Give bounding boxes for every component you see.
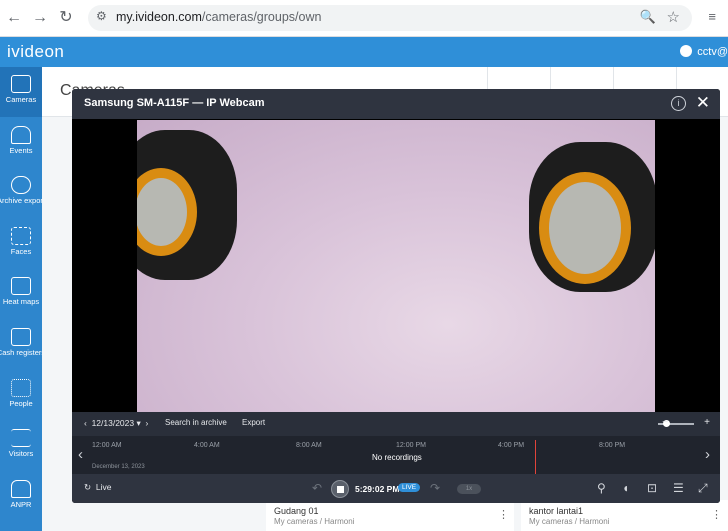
brand-logo[interactable]: ivideon	[7, 42, 64, 62]
timeline-tick: 12:00 PM	[396, 442, 426, 449]
reload-icon[interactable]: ↻	[56, 8, 76, 28]
sidebar-item-events[interactable]: Events	[0, 118, 42, 168]
sidebar-item-heat-maps[interactable]: Heat maps	[0, 269, 42, 319]
zoom-controls[interactable]: − +	[662, 417, 710, 428]
more-vert-icon[interactable]: ⋮	[711, 508, 722, 521]
fullscreen-icon[interactable]: ⤢	[698, 481, 708, 496]
close-icon[interactable]: ✕	[696, 93, 710, 113]
camera-card-title: Gudang 01	[274, 506, 319, 516]
extensions-icon[interactable]: ≡	[708, 9, 716, 24]
address-bar[interactable]: ⚙ my.ivideon.com/cameras/groups/own 🔍 ☆	[88, 5, 692, 31]
timeline-date: December 13, 2023	[92, 464, 145, 470]
archive-toolbar: ‹ 12/13/2023 ▾ › Search in archive Expor…	[72, 412, 720, 436]
zoom-icon[interactable]: 🔍	[640, 9, 656, 25]
timeline-tick: 4:00 AM	[194, 442, 220, 449]
stop-button[interactable]	[331, 480, 349, 498]
player-modal: Samsung SM-A115F — IP Webcam i ✕ ‹ 12/13…	[72, 89, 720, 503]
camera-card-path: My cameras / Harmoni	[274, 517, 355, 526]
player-header: Samsung SM-A115F — IP Webcam i ✕	[72, 89, 720, 119]
camera-card[interactable]: kantor lantai1 My cameras / Harmoni ⋮	[521, 500, 728, 531]
timeline-tick: 4:00 PM	[498, 442, 525, 449]
browser-toolbar: ← → ↻ ⚙ my.ivideon.com/cameras/groups/ow…	[0, 0, 728, 37]
live-button[interactable]: ↻ Live	[84, 482, 111, 493]
live-video-frame	[137, 120, 655, 412]
people-icon	[11, 379, 31, 397]
playback-toolbar: ↻ Live ↶ 5:29:02 PM LIVE ↷ 1x ⚲ ◖ ⊡ ☰ ⤢	[72, 474, 720, 503]
sidebar-item-archive-export[interactable]: Archive export	[0, 168, 45, 218]
camera-card-title: kantor lantai1	[529, 506, 584, 516]
timeline-tick: 8:00 PM	[599, 442, 626, 449]
sidebar-item-people[interactable]: People	[0, 371, 42, 421]
car-icon	[11, 480, 31, 498]
camera-card[interactable]: Gudang 01 My cameras / Harmoni ⋮	[266, 500, 514, 531]
forward-arrow-icon[interactable]: →	[30, 8, 50, 28]
video-viewport[interactable]	[72, 119, 720, 412]
timeline-tick: 8:00 AM	[296, 442, 322, 449]
ptz-camera-icon[interactable]: ⊡	[647, 481, 657, 495]
camera-title: Samsung SM-A115F — IP Webcam	[84, 97, 265, 109]
user-menu[interactable]: cctv@	[680, 45, 728, 58]
live-badge: LIVE	[398, 483, 421, 492]
cash-register-icon	[11, 328, 31, 346]
sidebar: Cameras Events Archive export Faces Heat…	[0, 67, 45, 531]
heat-map-icon	[11, 277, 31, 295]
volume-icon[interactable]: ◖	[622, 481, 629, 495]
more-vert-icon[interactable]: ⋮	[498, 508, 509, 521]
speaker-right-ring	[539, 172, 631, 284]
camera-icon	[11, 75, 31, 93]
sidebar-item-anpr[interactable]: ANPR	[0, 472, 42, 522]
site-settings-icon[interactable]: ⚙	[96, 9, 107, 23]
timeline-tick: 12:00 AM	[92, 442, 122, 449]
timeline-next-icon[interactable]: ›	[705, 446, 710, 463]
rewind-icon[interactable]: ↶	[312, 481, 322, 495]
search-archive-link[interactable]: Search in archive	[165, 418, 227, 427]
date-selector[interactable]: ‹ 12/13/2023 ▾ ›	[84, 418, 148, 429]
timeline-now-marker	[535, 440, 536, 474]
swap-arrows-icon	[11, 429, 31, 447]
sidebar-item-cameras[interactable]: Cameras	[0, 67, 42, 117]
back-arrow-icon[interactable]: ←	[4, 8, 24, 28]
sidebar-item-cash-registers[interactable]: Cash registers	[0, 320, 45, 370]
app-header: ivideon cctv@	[0, 37, 728, 67]
url-text[interactable]: my.ivideon.com/cameras/groups/own	[116, 10, 321, 24]
camera-card-path: My cameras / Harmoni	[529, 517, 610, 526]
sidebar-item-visitors[interactable]: Visitors	[0, 421, 42, 471]
export-link[interactable]: Export	[242, 418, 265, 427]
info-icon[interactable]: i	[671, 96, 686, 111]
current-time: 5:29:02 PM	[355, 484, 400, 494]
no-recordings-label: No recordings	[372, 453, 422, 462]
pin-icon[interactable]: ⚲	[597, 481, 606, 495]
bell-icon	[11, 126, 31, 144]
timeline-prev-icon[interactable]: ‹	[78, 446, 83, 463]
face-scan-icon	[11, 227, 31, 245]
speed-selector[interactable]: 1x	[457, 484, 481, 494]
forward-icon[interactable]: ↷	[430, 481, 440, 495]
cloud-download-icon	[11, 176, 31, 194]
timeline[interactable]: ‹ 12:00 AM 4:00 AM 8:00 AM 12:00 PM 4:00…	[72, 436, 720, 474]
menu-icon[interactable]: ☰	[673, 481, 684, 495]
sidebar-item-faces[interactable]: Faces	[0, 219, 42, 269]
user-avatar-icon	[680, 45, 693, 57]
bookmark-star-icon[interactable]: ☆	[667, 8, 680, 26]
